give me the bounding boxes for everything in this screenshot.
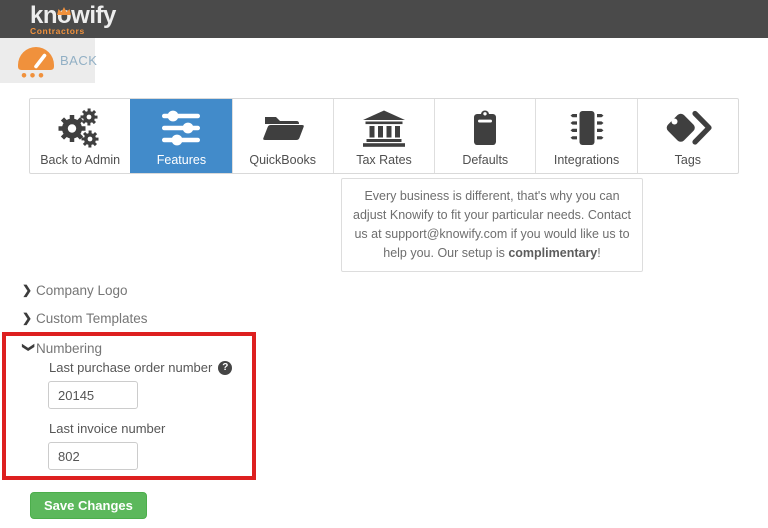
chevron-right-icon: ❯: [22, 311, 33, 325]
sliders-icon: [157, 105, 205, 151]
clipboard-icon: [461, 105, 509, 151]
setup-info-suffix: !: [597, 246, 601, 260]
toolbar-item-tags[interactable]: Tags: [636, 99, 738, 173]
app-header: knowify Contractors: [0, 0, 768, 38]
section-numbering[interactable]: ❯ Numbering: [22, 339, 102, 357]
toolbar-item-tax-rates[interactable]: Tax Rates: [332, 99, 434, 173]
knowify-settings-screen: knowify Contractors BACK Back to Admin F…: [0, 0, 768, 528]
purchase-order-label-text: Last purchase order number: [49, 360, 213, 375]
setup-info-highlight: complimentary: [508, 246, 598, 260]
section-label: Custom Templates: [36, 310, 148, 326]
purchase-order-input[interactable]: [48, 381, 138, 409]
tags-icon: [664, 105, 712, 151]
invoice-number-label: Last invoice number: [49, 421, 165, 436]
setup-info-box: Every business is different, that's why …: [341, 178, 643, 272]
section-custom-templates[interactable]: ❯ Custom Templates: [22, 309, 148, 327]
purchase-order-label: Last purchase order number ?: [49, 360, 233, 375]
gauge-icon: [15, 44, 57, 83]
section-label: Company Logo: [36, 282, 128, 298]
chevron-right-icon: ❯: [22, 283, 33, 297]
toolbar-item-defaults[interactable]: Defaults: [434, 99, 535, 173]
toolbar-item-label: Defaults: [462, 153, 509, 167]
bank-icon: [360, 105, 408, 151]
toolbar-item-integrations[interactable]: Integrations: [535, 99, 636, 173]
chevron-down-icon: ❯: [22, 342, 36, 353]
toolbar-item-label: Back to Admin: [40, 153, 121, 167]
help-icon[interactable]: ?: [218, 360, 233, 375]
gears-icon: [56, 105, 104, 151]
invoice-number-input[interactable]: [48, 442, 138, 470]
toolbar-item-label: Tax Rates: [356, 153, 412, 167]
back-label: BACK: [60, 53, 98, 68]
chip-icon: [563, 105, 611, 151]
toolbar-item-features[interactable]: Features: [130, 99, 232, 173]
settings-toolbar: Back to Admin Features QuickBooks Tax Ra…: [29, 98, 739, 174]
save-changes-button[interactable]: Save Changes: [30, 492, 147, 519]
toolbar-item-label: Tags: [674, 153, 702, 167]
invoice-number-label-text: Last invoice number: [49, 421, 166, 436]
toolbar-item-label: Integrations: [553, 153, 620, 167]
logo-subtitle: Contractors: [30, 26, 85, 36]
toolbar-item-quickbooks[interactable]: QuickBooks: [231, 99, 333, 173]
open-folder-icon: [259, 105, 307, 151]
crown-icon: [57, 2, 71, 20]
toolbar-item-label: QuickBooks: [249, 153, 317, 167]
section-label: Numbering: [36, 340, 103, 356]
toolbar-item-label: Features: [156, 153, 207, 167]
logo-text: knowify: [30, 2, 116, 29]
section-company-logo[interactable]: ❯ Company Logo: [22, 281, 128, 299]
back-tab[interactable]: BACK: [0, 38, 98, 83]
toolbar-item-back-to-admin[interactable]: Back to Admin: [30, 99, 130, 173]
